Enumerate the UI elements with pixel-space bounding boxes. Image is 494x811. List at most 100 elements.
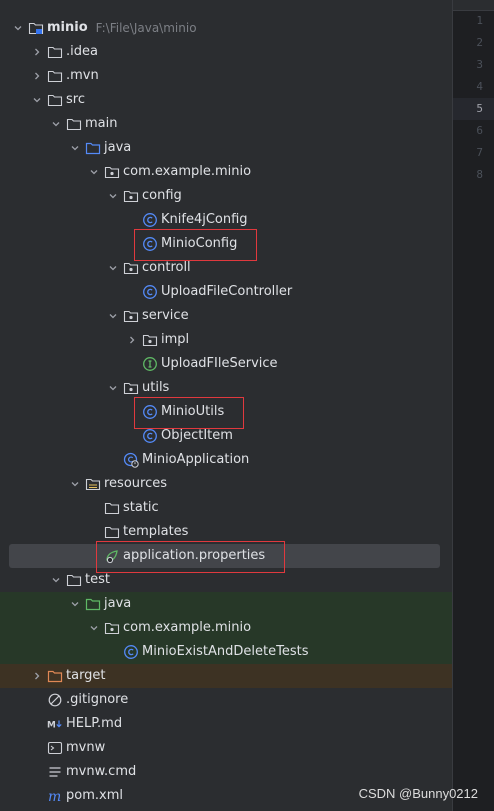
chevron-right-icon[interactable] — [126, 328, 138, 352]
tree-node-label: .idea — [66, 44, 98, 59]
tree-node[interactable]: minio F:\File\Java\minio — [0, 16, 452, 40]
tree-node[interactable]: .mvn — [0, 64, 452, 88]
tree-node-label: src — [66, 92, 85, 107]
chevron-right-icon[interactable] — [31, 64, 43, 88]
folder-icon — [66, 116, 82, 132]
tree-node-label: java — [104, 596, 132, 611]
tree-node-label: impl — [161, 332, 190, 347]
tree-node-label: com.example.minio — [123, 620, 252, 635]
maven-icon: m — [47, 788, 63, 804]
interface-icon — [142, 356, 158, 372]
tree-node-label: .gitignore — [66, 692, 129, 707]
chevron-down-icon[interactable] — [107, 304, 119, 328]
tree-node[interactable]: MinioUtils — [0, 397, 452, 429]
tree-node[interactable]: static — [0, 496, 452, 520]
chevron-down-icon[interactable] — [107, 256, 119, 280]
red-highlight-box — [134, 229, 257, 261]
tree-node[interactable]: java — [0, 592, 452, 616]
tree-node[interactable]: main — [0, 112, 452, 136]
chevron-down-icon[interactable] — [107, 184, 119, 208]
test-folder-icon — [85, 596, 101, 612]
line-number: 2 — [476, 36, 483, 49]
tree-node[interactable]: .gitignore — [0, 688, 452, 712]
tree-node-label: com.example.minio — [123, 164, 252, 179]
tree-node[interactable]: target — [0, 664, 452, 688]
folder-icon — [104, 524, 120, 540]
chevron-down-icon[interactable] — [31, 88, 43, 112]
chevron-down-icon[interactable] — [50, 568, 62, 592]
tree-node[interactable]: MinioExistAndDeleteTests — [0, 640, 452, 664]
tree-node-label: .mvn — [66, 68, 99, 83]
resources-folder-icon — [85, 476, 101, 492]
tree-node[interactable]: UploadFileController — [0, 280, 452, 304]
tree-node-label: UploadFIleService — [161, 356, 278, 371]
folder-icon — [104, 500, 120, 516]
source-folder-icon — [85, 140, 101, 156]
package-icon — [123, 380, 139, 396]
tree-node[interactable]: UploadFIleService — [0, 352, 452, 376]
tree-node-label: main — [85, 116, 118, 131]
chevron-down-icon[interactable] — [88, 160, 100, 184]
current-line-highlight — [453, 98, 494, 120]
text-icon — [47, 764, 63, 780]
class-icon — [142, 212, 158, 228]
tree-node-label: target — [66, 668, 106, 683]
tree-node[interactable]: M HELP.md — [0, 712, 452, 736]
tree-node[interactable]: MinioApplication — [0, 448, 452, 472]
line-number: 8 — [476, 168, 483, 181]
tree-node-label: MinioApplication — [142, 452, 250, 467]
folder-icon — [47, 68, 63, 84]
tree-node[interactable]: java — [0, 136, 452, 160]
tree-node-label: UploadFileController — [161, 284, 293, 299]
module-folder-icon — [28, 20, 44, 36]
tree-node[interactable]: com.example.minio — [0, 160, 452, 184]
line-number: 5 — [476, 102, 483, 115]
tree-node-label: HELP.md — [66, 716, 123, 731]
chevron-down-icon[interactable] — [69, 592, 81, 616]
package-icon — [104, 164, 120, 180]
folder-icon — [47, 44, 63, 60]
tree-node[interactable]: src — [0, 88, 452, 112]
project-tree: minio F:\File\Java\minio .idea .mvn src main j… — [0, 16, 452, 808]
ignore-icon — [47, 692, 63, 708]
tree-node-label: service — [142, 308, 189, 323]
chevron-right-icon[interactable] — [31, 664, 43, 688]
editor-gutter: 1 2 3 4 5 6 7 8 — [452, 0, 494, 811]
editor-tab-strip — [453, 0, 494, 11]
tree-node-label: java — [104, 140, 132, 155]
spring-app-icon — [123, 452, 139, 468]
tree-node-label: pom.xml — [66, 788, 123, 803]
project-path-hint: F:\File\Java\minio — [95, 21, 197, 35]
tree-node[interactable]: resources — [0, 472, 452, 496]
excluded-folder-icon — [47, 668, 63, 684]
line-number: 7 — [476, 146, 483, 159]
watermark: CSDN @Bunny0212 — [358, 786, 478, 801]
chevron-down-icon[interactable] — [50, 112, 62, 136]
tree-node-label: MinioExistAndDeleteTests — [142, 644, 309, 659]
class-icon — [142, 284, 158, 300]
tree-node[interactable]: MinioConfig — [0, 229, 452, 261]
markdown-icon: M — [47, 716, 63, 732]
tree-node[interactable]: mvnw — [0, 736, 452, 760]
red-highlight-box — [134, 397, 244, 429]
chevron-right-icon[interactable] — [31, 40, 43, 64]
tree-node[interactable]: mvnw.cmd — [0, 760, 452, 784]
chevron-down-icon[interactable] — [12, 16, 24, 40]
tree-node[interactable]: service — [0, 304, 452, 328]
test-class-icon — [123, 644, 139, 660]
red-highlight-box — [96, 541, 285, 573]
folder-icon — [47, 92, 63, 108]
tree-node[interactable]: .idea — [0, 40, 452, 64]
chevron-down-icon[interactable] — [69, 472, 81, 496]
line-number: 3 — [476, 58, 483, 71]
chevron-down-icon[interactable] — [107, 376, 119, 400]
line-number: 4 — [476, 80, 483, 93]
tree-node[interactable]: com.example.minio — [0, 616, 452, 640]
tree-node-label: mvnw — [66, 740, 106, 755]
chevron-down-icon[interactable] — [88, 616, 100, 640]
chevron-down-icon[interactable] — [69, 136, 81, 160]
tree-node[interactable]: impl — [0, 328, 452, 352]
tree-node[interactable]: config — [0, 184, 452, 208]
svg-text:m: m — [48, 789, 61, 804]
tree-node[interactable]: application.properties — [0, 541, 452, 573]
